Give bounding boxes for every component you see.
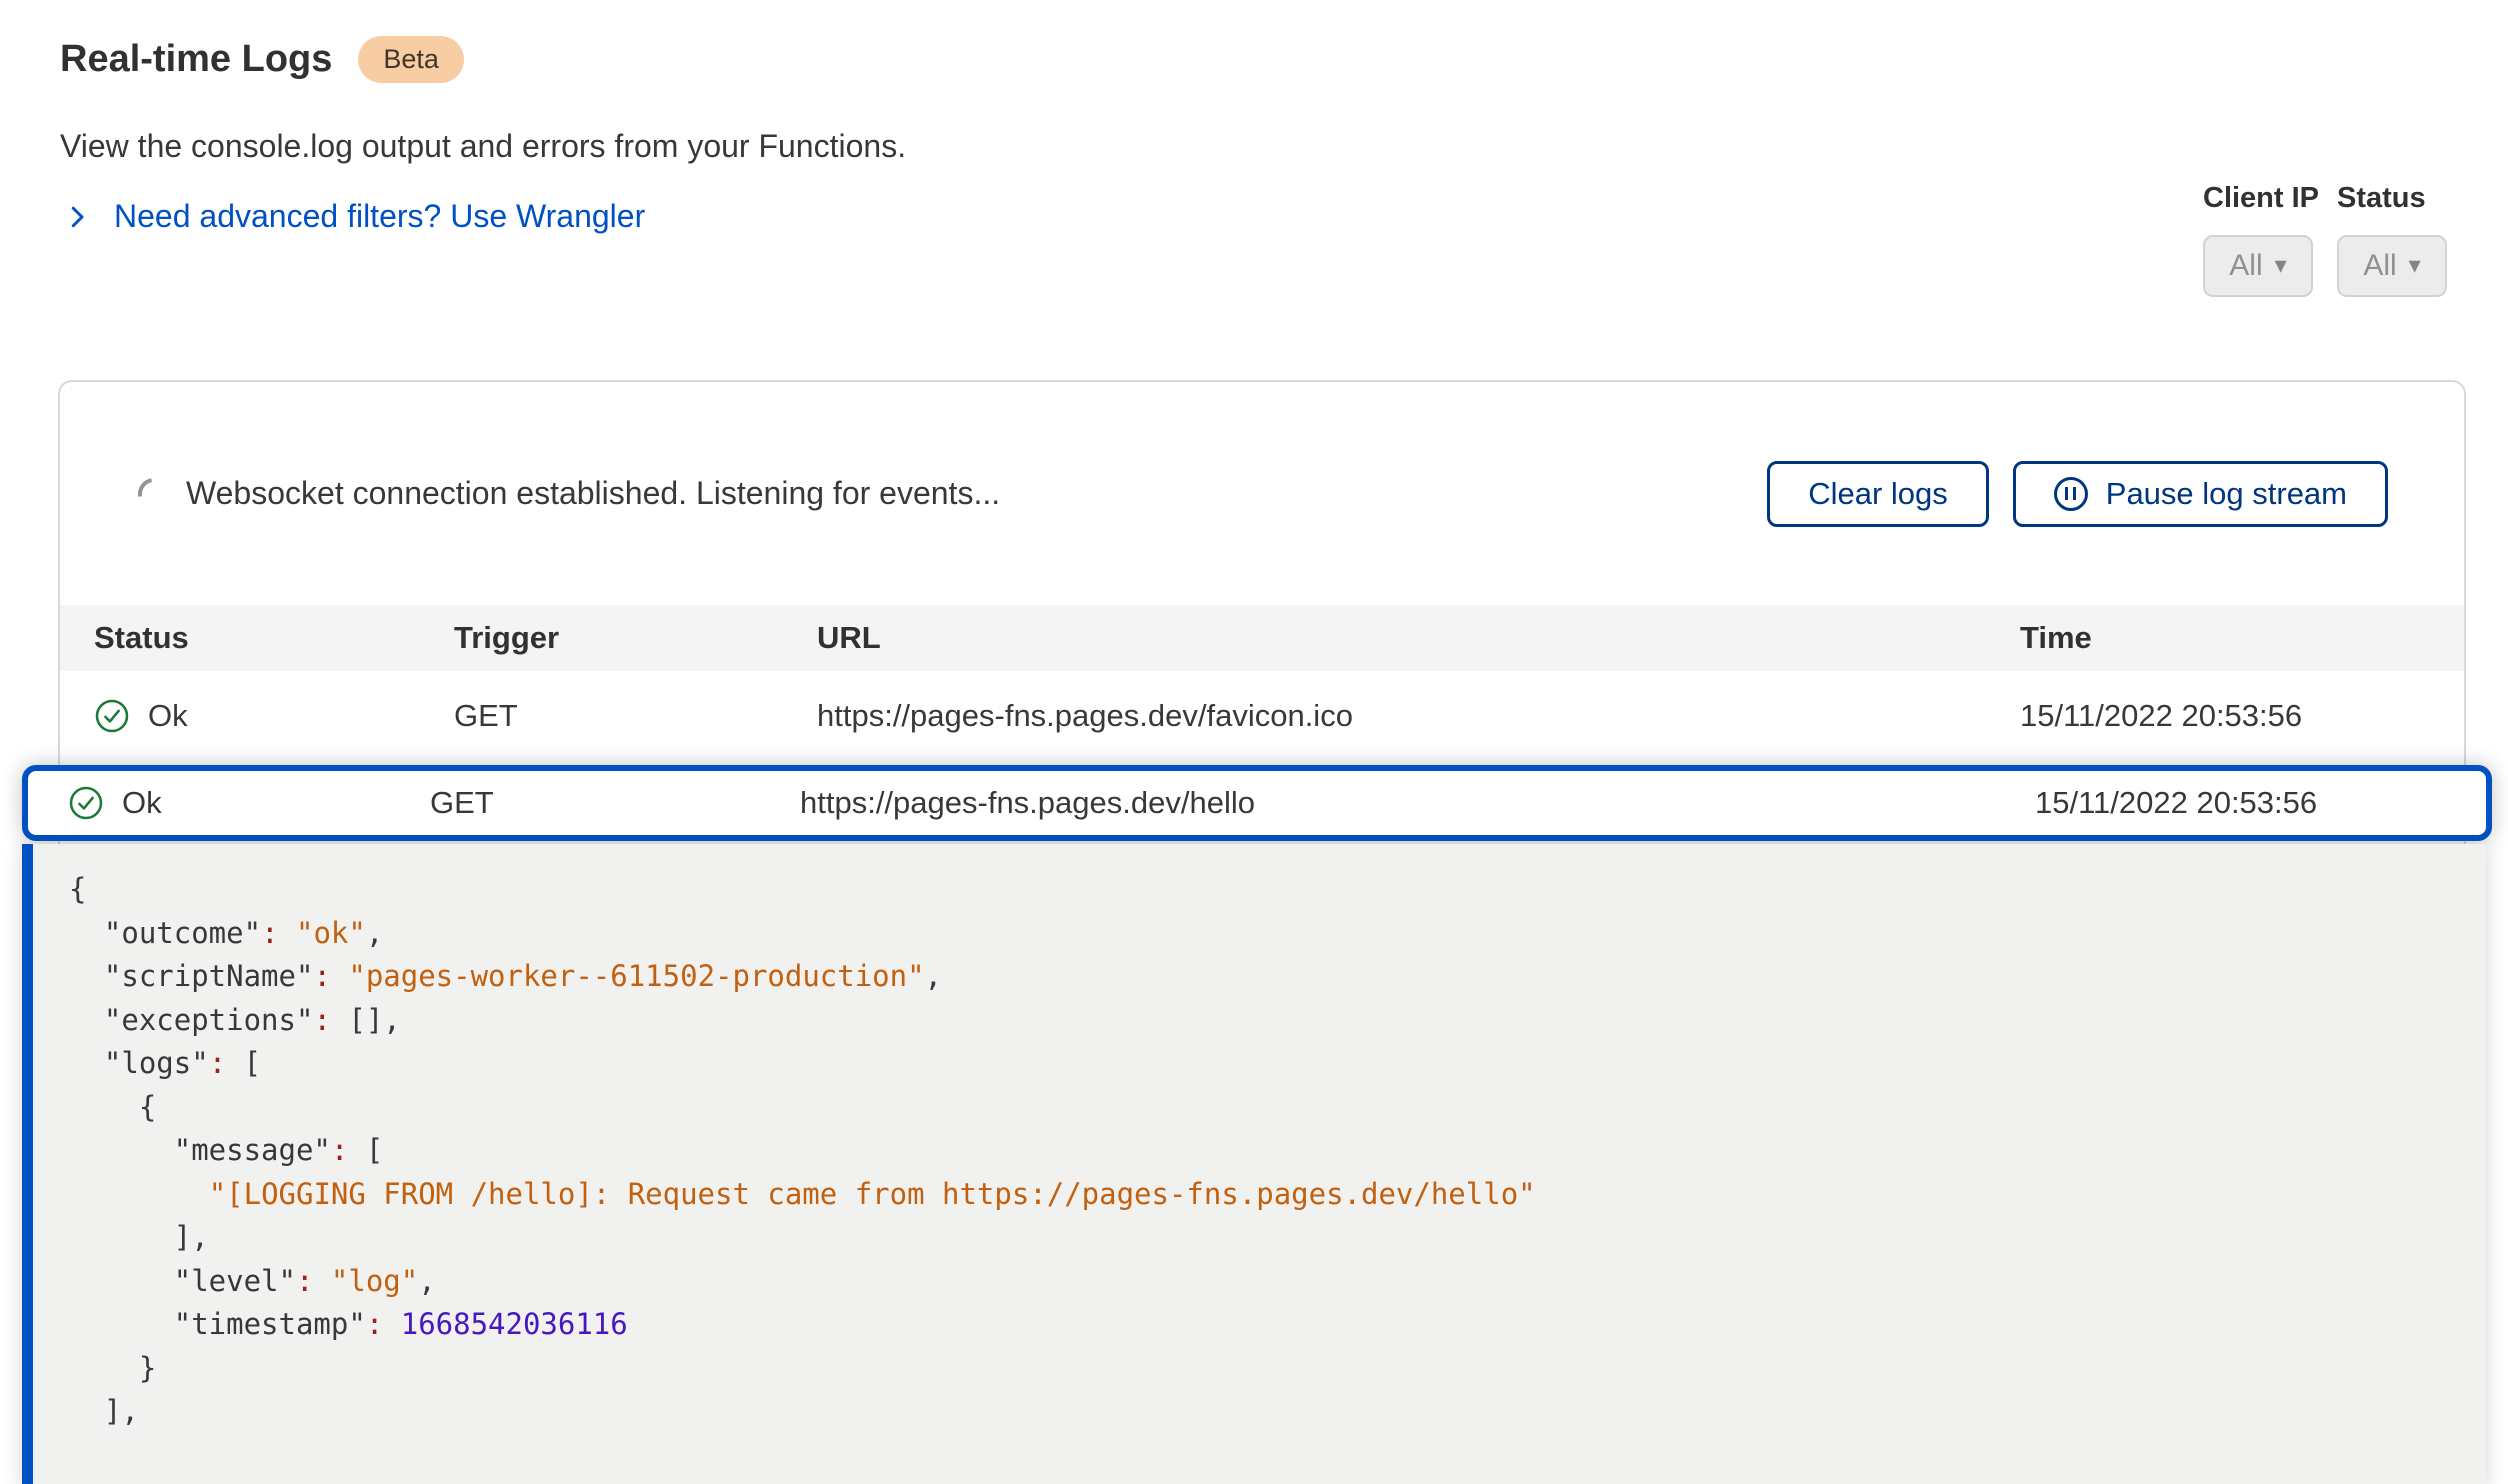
trigger-value: GET [430,785,800,821]
wrangler-link-label: Need advanced filters? Use Wrangler [114,198,645,235]
websocket-status-text: Websocket connection established. Listen… [186,475,1000,512]
column-header-trigger: Trigger [454,620,817,656]
clear-logs-button[interactable]: Clear logs [1767,461,1989,527]
page-header: Real-time Logs Beta [60,36,464,83]
status-filter-label: Status [2337,182,2447,215]
status-dropdown-value: All [2363,249,2396,283]
caret-down-icon: ▾ [2275,254,2287,278]
page-title: Real-time Logs [60,38,332,81]
status-filter: Status All ▾ [2337,182,2447,297]
trigger-value: GET [454,698,817,734]
success-check-icon [94,698,130,734]
time-value: 15/11/2022 20:53:56 [2035,785,2486,821]
time-value: 15/11/2022 20:53:56 [2020,698,2464,734]
log-row-selected[interactable]: Ok GET https://pages-fns.pages.dev/hello… [22,765,2492,841]
chevron-right-icon [62,202,92,232]
table-header-row: Status Trigger URL Time [60,605,2464,671]
column-header-url: URL [817,620,2020,656]
clear-logs-label: Clear logs [1808,476,1948,512]
page-subtitle: View the console.log output and errors f… [60,128,906,165]
status-value: Ok [148,698,188,734]
logs-toolbar: Websocket connection established. Listen… [60,382,2464,605]
filters: Client IP All ▾ Status All ▾ [2203,182,2447,297]
client-ip-dropdown[interactable]: All ▾ [2203,235,2313,297]
success-check-icon [68,785,104,821]
toolbar-actions: Clear logs Pause log stream [1767,461,2388,527]
wrangler-link[interactable]: Need advanced filters? Use Wrangler [62,198,645,235]
status-value: Ok [122,785,162,821]
caret-down-icon: ▾ [2409,254,2421,278]
client-ip-filter: Client IP All ▾ [2203,182,2319,297]
beta-badge: Beta [358,36,464,83]
spinner-icon [132,471,177,516]
pause-icon [2054,477,2088,511]
url-value: https://pages-fns.pages.dev/favicon.ico [817,698,2020,734]
pause-log-stream-label: Pause log stream [2106,476,2347,512]
status-cell: Ok [68,785,430,821]
url-value: https://pages-fns.pages.dev/hello [800,785,2035,821]
status-dropdown[interactable]: All ▾ [2337,235,2447,297]
pause-log-stream-button[interactable]: Pause log stream [2013,461,2388,527]
column-header-time: Time [2020,620,2464,656]
websocket-status: Websocket connection established. Listen… [138,475,1000,512]
log-detail-panel: { "outcome": "ok", "scriptName": "pages-… [22,844,2486,1484]
client-ip-label: Client IP [2203,182,2319,215]
client-ip-dropdown-value: All [2229,249,2262,283]
expanded-log-entry: Ok GET https://pages-fns.pages.dev/hello… [22,765,2492,1484]
status-cell: Ok [94,698,454,734]
column-header-status: Status [94,620,454,656]
log-detail-json: { "outcome": "ok", "scriptName": "pages-… [69,868,2486,1434]
log-row[interactable]: Ok GET https://pages-fns.pages.dev/favic… [60,671,2464,761]
